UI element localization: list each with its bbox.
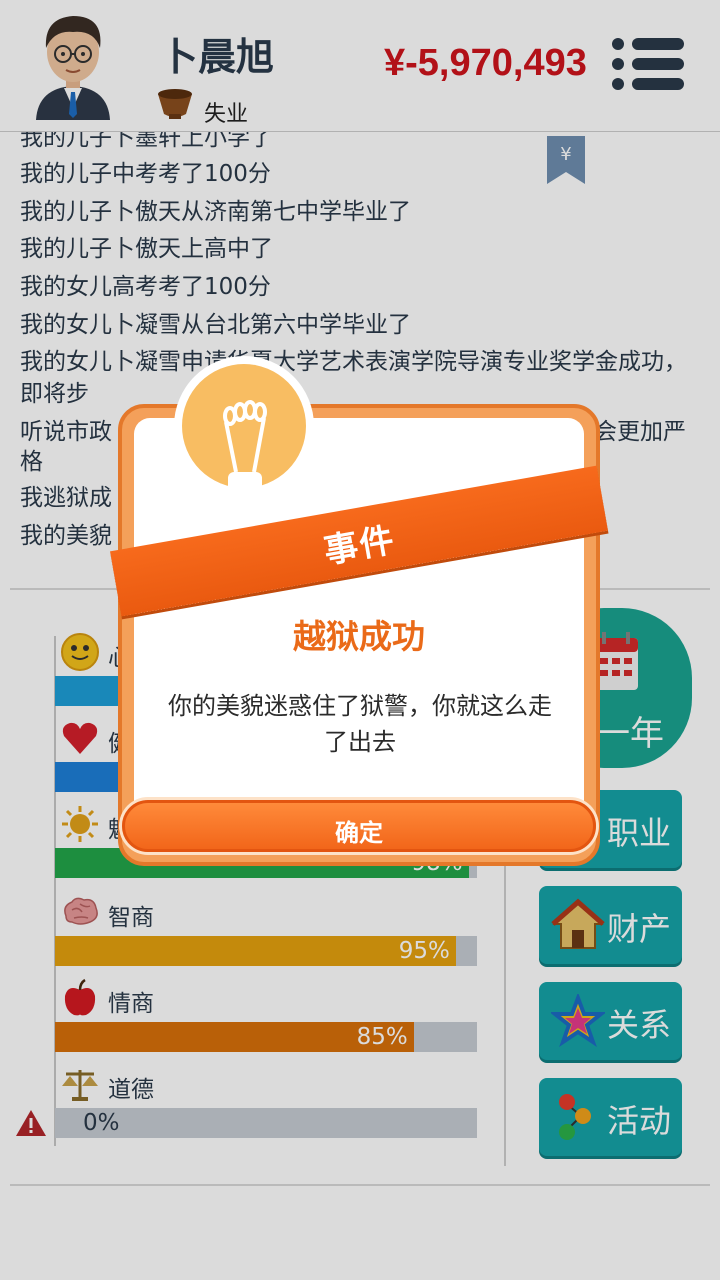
lightbulb-icon [174, 356, 314, 512]
event-dialog: 事件 越狱成功 你的美貌迷惑住了狱警，你就这么走了出去 确定 [110, 356, 608, 866]
event-description: 你的美貌迷惑住了狱警，你就这么走了出去 [168, 692, 552, 756]
event-title: 越狱成功 [293, 617, 425, 656]
confirm-button[interactable]: 确定 [122, 800, 596, 852]
confirm-label: 确定 [335, 819, 383, 847]
